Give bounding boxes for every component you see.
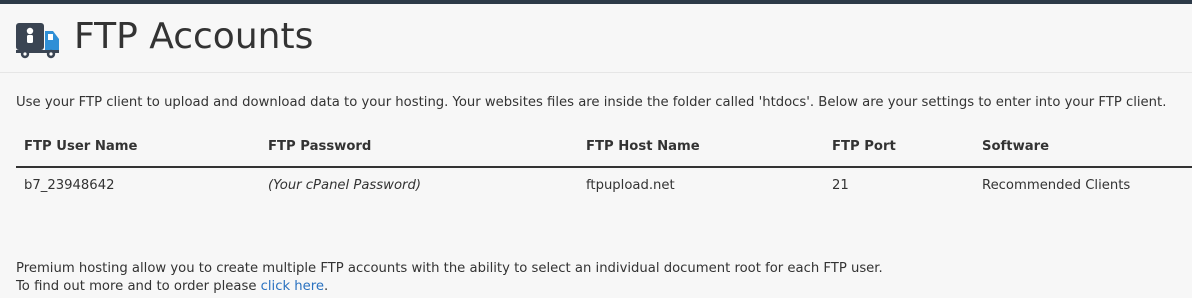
- table-row: b7_23948642 (Your cPanel Password) ftpup…: [16, 168, 1192, 206]
- page-title: FTP Accounts: [74, 16, 314, 57]
- column-header-port: FTP Port: [832, 139, 896, 154]
- premium-info-line1: Premium hosting allow you to create mult…: [16, 261, 883, 276]
- ftp-password: (Your cPanel Password): [268, 178, 421, 193]
- intro-text: Use your FTP client to upload and downlo…: [16, 95, 1167, 110]
- ftp-accounts-table: FTP User Name FTP Password FTP Host Name…: [16, 134, 1192, 206]
- table-header: FTP User Name FTP Password FTP Host Name…: [16, 134, 1192, 168]
- premium-info-suffix: .: [324, 279, 329, 294]
- ftp-host-name: ftpupload.net: [586, 178, 675, 193]
- premium-info-prefix: To find out more and to order please: [16, 279, 261, 294]
- column-header-password: FTP Password: [268, 139, 372, 154]
- premium-info: Premium hosting allow you to create mult…: [16, 260, 883, 296]
- ftp-user-name: b7_23948642: [24, 178, 115, 193]
- column-header-user: FTP User Name: [24, 139, 138, 154]
- premium-info-line2: To find out more and to order please cli…: [16, 278, 883, 296]
- recommended-clients-link[interactable]: Recommended Clients: [982, 178, 1130, 193]
- page-header: FTP Accounts: [0, 4, 1192, 73]
- column-header-host: FTP Host Name: [586, 139, 700, 154]
- ftp-truck-icon: [14, 22, 62, 60]
- ftp-port: 21: [832, 178, 849, 193]
- column-header-software: Software: [982, 139, 1050, 154]
- click-here-link[interactable]: click here: [261, 279, 324, 294]
